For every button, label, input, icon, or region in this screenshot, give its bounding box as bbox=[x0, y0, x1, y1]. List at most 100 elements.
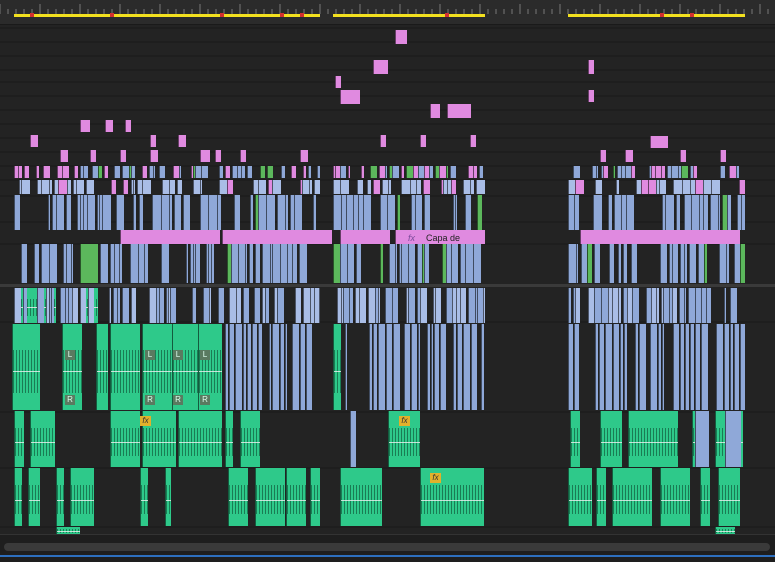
adjustment-clip[interactable] bbox=[178, 135, 186, 147]
video-clip[interactable] bbox=[142, 180, 151, 194]
audio-clip[interactable] bbox=[165, 468, 171, 526]
horizontal-scrollbar[interactable] bbox=[0, 534, 775, 562]
volume-rubber-band[interactable] bbox=[29, 499, 40, 501]
video-clip[interactable] bbox=[672, 288, 677, 323]
audio-clip[interactable] bbox=[269, 324, 271, 410]
audio-clip[interactable] bbox=[255, 468, 285, 526]
video-clip[interactable] bbox=[609, 244, 614, 283]
video-clip[interactable] bbox=[250, 195, 253, 230]
audio-clip[interactable] bbox=[725, 411, 741, 467]
video-clip[interactable] bbox=[710, 195, 718, 230]
audio-clip[interactable] bbox=[613, 324, 619, 410]
video-clip[interactable] bbox=[309, 180, 312, 194]
audio-clip[interactable] bbox=[690, 324, 694, 410]
adjustment-clip[interactable] bbox=[600, 150, 606, 162]
audio-clip[interactable] bbox=[568, 468, 592, 526]
volume-rubber-band[interactable] bbox=[613, 499, 652, 501]
audio-clip[interactable] bbox=[285, 324, 287, 410]
video-clip[interactable] bbox=[159, 166, 165, 178]
adjustment-clip[interactable] bbox=[588, 60, 594, 74]
video-clip[interactable] bbox=[116, 195, 124, 230]
audio-clip[interactable] bbox=[434, 324, 439, 410]
adjustment-clip[interactable] bbox=[120, 230, 220, 244]
video-clip[interactable] bbox=[479, 166, 483, 178]
adjustment-clip[interactable] bbox=[430, 104, 440, 118]
video-clip[interactable] bbox=[174, 195, 181, 230]
adjustment-clip[interactable] bbox=[340, 230, 390, 244]
audio-clip[interactable] bbox=[280, 324, 284, 410]
video-audio-divider[interactable] bbox=[0, 284, 775, 287]
audio-clip[interactable] bbox=[70, 468, 94, 526]
video-clip[interactable] bbox=[623, 244, 627, 283]
video-clip[interactable] bbox=[131, 288, 136, 323]
video-clip[interactable] bbox=[333, 180, 340, 194]
volume-rubber-band[interactable] bbox=[226, 441, 233, 443]
volume-rubber-band[interactable] bbox=[143, 441, 176, 443]
video-clip[interactable] bbox=[80, 288, 86, 323]
adjustment-clip[interactable] bbox=[361, 166, 364, 178]
video-clip[interactable] bbox=[302, 180, 309, 194]
video-clip[interactable] bbox=[177, 180, 182, 194]
audio-clip[interactable] bbox=[440, 324, 446, 410]
video-clip[interactable] bbox=[435, 288, 441, 323]
audio-clip[interactable] bbox=[599, 324, 604, 410]
audio-clip[interactable] bbox=[56, 468, 64, 526]
video-clip[interactable] bbox=[681, 166, 688, 178]
video-clip[interactable] bbox=[255, 244, 260, 283]
video-clip[interactable] bbox=[211, 244, 214, 283]
video-clip[interactable] bbox=[195, 244, 200, 283]
video-clip[interactable] bbox=[208, 195, 217, 230]
audio-clip[interactable] bbox=[570, 411, 580, 467]
scrollbar-thumb[interactable] bbox=[4, 543, 770, 551]
video-clip[interactable] bbox=[314, 180, 320, 194]
video-clip[interactable] bbox=[277, 195, 285, 230]
video-clip[interactable] bbox=[392, 288, 398, 323]
video-clip[interactable] bbox=[682, 180, 690, 194]
adjustment-clip[interactable] bbox=[227, 180, 233, 194]
video-clip[interactable] bbox=[672, 244, 678, 283]
adjustment-clip[interactable] bbox=[473, 166, 477, 178]
audio-clip[interactable] bbox=[404, 324, 410, 410]
video-clip[interactable] bbox=[703, 195, 708, 230]
adjustment-clip[interactable] bbox=[739, 180, 745, 194]
volume-rubber-band[interactable] bbox=[199, 371, 222, 373]
audio-clip[interactable] bbox=[225, 324, 228, 410]
video-clip[interactable] bbox=[200, 180, 202, 194]
adjustment-clip[interactable] bbox=[125, 120, 131, 132]
audio-clip[interactable] bbox=[481, 324, 484, 410]
video-clip[interactable] bbox=[49, 180, 52, 194]
video-clip[interactable] bbox=[308, 166, 311, 178]
audio-clip[interactable] bbox=[685, 324, 689, 410]
video-clip[interactable] bbox=[665, 195, 674, 230]
video-clip[interactable] bbox=[236, 288, 241, 323]
video-clip[interactable] bbox=[408, 244, 415, 283]
video-clip[interactable] bbox=[243, 288, 249, 323]
video-clip[interactable] bbox=[568, 288, 571, 323]
audio-clip[interactable] bbox=[595, 324, 598, 410]
video-clip[interactable] bbox=[186, 244, 188, 283]
video-clip[interactable] bbox=[169, 180, 175, 194]
video-clip[interactable] bbox=[41, 180, 49, 194]
video-clip[interactable] bbox=[594, 288, 601, 323]
volume-rubber-band[interactable] bbox=[569, 499, 592, 501]
video-clip[interactable] bbox=[333, 244, 340, 283]
audio-clip[interactable] bbox=[695, 324, 700, 410]
video-clip[interactable] bbox=[455, 195, 457, 230]
adjustment-clip[interactable] bbox=[215, 150, 221, 162]
adjustment-clip[interactable] bbox=[680, 150, 686, 162]
video-clip[interactable] bbox=[102, 195, 111, 230]
video-clip[interactable] bbox=[632, 288, 639, 323]
video-clip[interactable] bbox=[122, 288, 129, 323]
video-clip[interactable] bbox=[656, 288, 659, 323]
timeline-panel[interactable]: fx Capa de fx fx fx L L L L R R R R bbox=[0, 0, 775, 562]
audio-clip[interactable] bbox=[350, 411, 356, 467]
audio-clip[interactable] bbox=[393, 324, 400, 410]
audio-clip[interactable] bbox=[730, 324, 733, 410]
video-clip[interactable] bbox=[706, 288, 711, 323]
audio-clip[interactable] bbox=[605, 324, 612, 410]
audio-clip[interactable] bbox=[418, 324, 420, 410]
adjustment-clip[interactable] bbox=[200, 150, 210, 162]
adjustment-clip[interactable] bbox=[380, 135, 386, 147]
audio-clip[interactable] bbox=[386, 324, 392, 410]
video-clip[interactable] bbox=[266, 195, 275, 230]
